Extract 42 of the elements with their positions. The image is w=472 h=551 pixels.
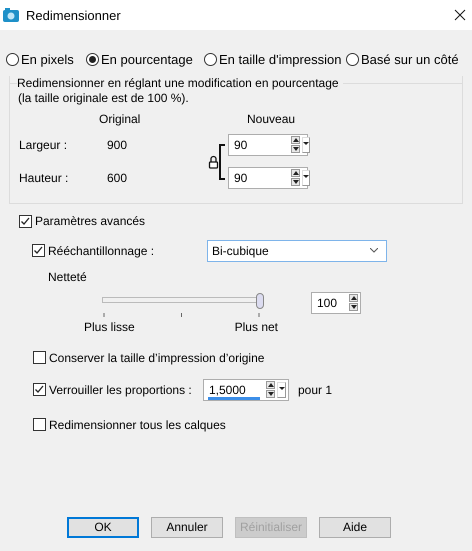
checkbox-label[interactable]: Rééchantillonnage :: [48, 244, 154, 258]
original-value: 900: [107, 138, 128, 152]
dropdown-value: Bi-cubique: [212, 244, 269, 258]
dialog-button[interactable]: Aide: [319, 516, 391, 538]
slider-thumb[interactable]: [256, 292, 264, 308]
radio-label[interactable]: En pixels: [21, 52, 74, 66]
slider-max-label: Plus net: [234, 320, 278, 334]
original-value: 600: [107, 170, 128, 184]
lock-icon[interactable]: [208, 156, 218, 169]
radio-label[interactable]: En pourcentage: [101, 52, 193, 66]
radio-label[interactable]: En taille d'impression: [219, 52, 342, 66]
group-caption: Redimensionner en réglant une modification en pourcentage: [17, 76, 339, 90]
radio-button[interactable]: [204, 52, 217, 66]
checkbox[interactable]: [33, 418, 46, 431]
checkbox-label[interactable]: Verrouiller les proportions :: [49, 382, 192, 396]
close-icon[interactable]: [454, 9, 466, 21]
group-caption: (la taille originale est de 100 %).: [17, 91, 190, 105]
slider-min-label: Plus lisse: [84, 320, 135, 334]
column-header: Original: [99, 112, 140, 126]
checkbox-label[interactable]: Redimensionner tous les calques: [49, 418, 226, 432]
dropdown[interactable]: Bi-cubique: [207, 240, 387, 262]
checkbox[interactable]: [32, 244, 45, 257]
radio-button[interactable]: [346, 52, 359, 66]
dimension-label: Largeur :: [19, 138, 68, 152]
dialog-button[interactable]: Annuler: [151, 516, 223, 538]
checkbox-label[interactable]: Paramètres avancés: [35, 214, 146, 228]
radio-label[interactable]: Basé sur un côté: [361, 52, 459, 66]
window-title: Redimensionner: [26, 8, 122, 22]
radio-button[interactable]: [6, 52, 19, 66]
slider-label: Netteté: [48, 270, 87, 284]
checkbox-label[interactable]: Conserver la taille d’impression d’origine: [49, 350, 264, 364]
radio-button[interactable]: [86, 52, 99, 66]
checkbox[interactable]: [33, 383, 46, 396]
dimension-label: Hauteur :: [19, 170, 70, 184]
checkbox[interactable]: [33, 351, 46, 364]
ratio-suffix: pour 1: [298, 382, 332, 396]
checkbox[interactable]: [19, 214, 32, 228]
link-bracket: [219, 144, 225, 180]
column-header: Nouveau: [247, 112, 296, 126]
dialog-button[interactable]: OK: [67, 516, 139, 538]
chevron-icon: [370, 248, 378, 253]
camera-icon: [3, 8, 19, 22]
